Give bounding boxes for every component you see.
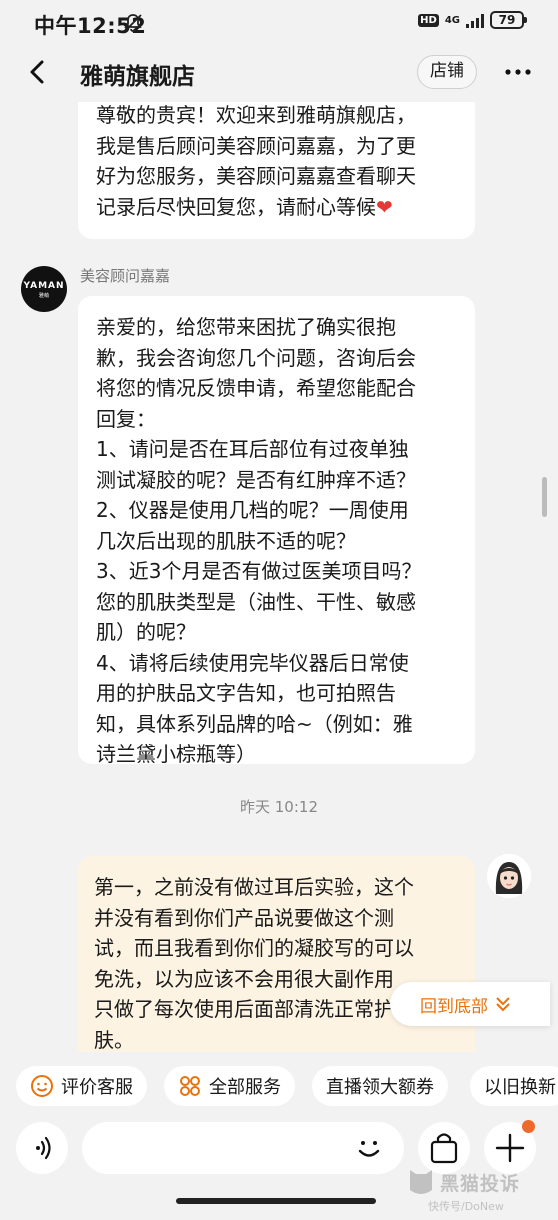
battery-icon: 79 (490, 11, 527, 29)
watermark-sub: 快传号/DoNew (428, 1200, 504, 1213)
timestamp: 昨天 10:12 (240, 798, 318, 816)
voice-button[interactable] (16, 1122, 68, 1174)
back-to-bottom-label: 回到底部 (420, 996, 488, 1017)
cat-logo-icon (410, 1170, 432, 1194)
network-type: 4G (444, 14, 460, 26)
double-chevron-down-icon (496, 997, 510, 1012)
chip-trade-in[interactable]: 以旧换新 (470, 1066, 558, 1106)
message-text: 第一，之前没有做过耳后实验，这个 并没有看到你们产品说要做这个测 试，而且我看到… (94, 875, 414, 1052)
chat-area[interactable]: 尊敬的贵宾！欢迎来到雅萌旗舰店， 我是售后顾问美容顾问嘉嘉，为了更 好为您服务，… (0, 102, 558, 1052)
chip-live-coupon[interactable]: 直播领大额券 (312, 1066, 448, 1106)
smile-icon (31, 1075, 53, 1097)
avatar[interactable]: YAMAN 雅萌 (21, 266, 67, 312)
shopping-bag-icon (430, 1133, 458, 1164)
chip-label: 评价客服 (61, 1077, 133, 1098)
sender-name: 美容顾问嘉嘉 (80, 267, 171, 285)
back-icon[interactable] (24, 58, 52, 86)
avatar-brand: YAMAN (23, 281, 65, 291)
more-icon[interactable] (500, 58, 536, 86)
watermark: 黑猫投诉 快传号/DoNew (406, 1168, 556, 1218)
voice-icon (36, 1136, 51, 1160)
notification-dot (522, 1120, 535, 1133)
chip-label: 以旧换新 (484, 1077, 556, 1098)
quick-action-bar[interactable]: 评价客服 全部服务 直播领大额券 以旧换新 (0, 1062, 558, 1110)
user-avatar[interactable] (487, 854, 531, 898)
grid-icon (180, 1076, 200, 1096)
heart-emoji: ❤ (376, 194, 393, 219)
home-indicator[interactable] (176, 1198, 376, 1204)
page-title: 雅萌旗舰店 (80, 64, 195, 90)
chip-label: 全部服务 (209, 1077, 281, 1098)
message-bubble: 亲爱的，给您带来困扰了确实很抱 歉，我会咨询您几个问题，咨询后会 将您的情况反馈… (78, 296, 475, 766)
chip-all-services[interactable]: 全部服务 (164, 1066, 295, 1106)
emoji-icon[interactable] (352, 1131, 386, 1165)
hd-badge: HD (418, 13, 439, 27)
scrollbar[interactable] (542, 477, 547, 517)
message-text: 亲爱的，给您带来困扰了确实很抱 歉，我会咨询您几个问题，咨询后会 将您的情况反馈… (96, 315, 422, 766)
watermark-title: 黑猫投诉 (440, 1173, 521, 1195)
shop-button[interactable]: 店铺 (417, 55, 477, 89)
back-to-bottom-button[interactable]: 回到底部 (390, 982, 550, 1026)
chip-label: 直播领大额券 (326, 1077, 434, 1098)
mute-icon (124, 14, 142, 32)
signal-icon (466, 13, 484, 28)
avatar-sub: 雅萌 (38, 293, 49, 299)
shopping-bag-button[interactable] (418, 1122, 470, 1174)
chat-header: 雅萌旗舰店 店铺 (0, 44, 558, 102)
chip-rate-service[interactable]: 评价客服 (16, 1066, 147, 1106)
status-bar: 中午12:52 HD 4G 79 (0, 0, 558, 44)
message-text: 尊敬的贵宾！欢迎来到雅萌旗舰店， 我是售后顾问美容顾问嘉嘉，为了更 好为您服务，… (96, 103, 416, 219)
message-bubble: 尊敬的贵宾！欢迎来到雅萌旗舰店， 我是售后顾问美容顾问嘉嘉，为了更 好为您服务，… (78, 102, 475, 239)
status-indicators: HD 4G 79 (418, 11, 527, 29)
